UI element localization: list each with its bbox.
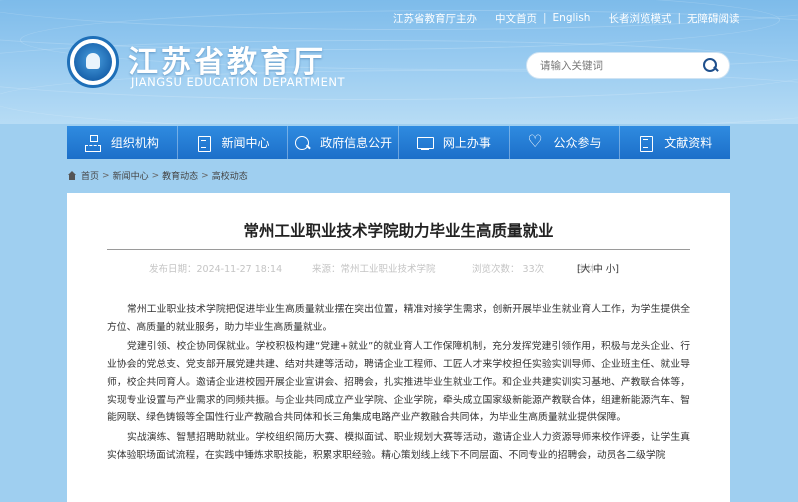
search-box xyxy=(526,52,730,79)
font-size-options[interactable]: [大 中 小] xyxy=(577,261,619,275)
nav-item-public-participation[interactable]: 公众参与 xyxy=(510,126,621,159)
breadcrumb-separator: > xyxy=(151,170,160,181)
article-source: 来源：常州工业职业技术学院 xyxy=(312,264,436,275)
article-panel: 常州工业职业技术学院助力毕业生高质量就业 发布日期：2024-11-27 18:… xyxy=(67,193,730,502)
sponsor-text: 江苏省教育厅主办 xyxy=(393,12,477,25)
breadcrumb-separator: > xyxy=(102,170,110,181)
news-icon xyxy=(196,135,212,152)
home-icon xyxy=(67,171,77,180)
info-search-icon xyxy=(294,135,310,151)
elder-mode-link[interactable]: 长者浏览模式 xyxy=(608,11,671,26)
nav-item-organization[interactable]: 组织机构 xyxy=(67,126,178,159)
view-count: 浏览次数： 33次 xyxy=(472,264,545,275)
nav-item-news[interactable]: 新闻中心 xyxy=(178,126,289,159)
breadcrumb-home[interactable]: 首页 xyxy=(81,169,99,182)
breadcrumb-news-center[interactable]: 新闻中心 xyxy=(113,169,149,182)
link-separator: | xyxy=(677,12,682,24)
logo-emblem-icon[interactable] xyxy=(67,36,119,88)
search-input[interactable] xyxy=(540,59,701,72)
article-paragraph: 党建引领、校企协同保就业。学校积极构建“党建+就业”的就业育人工作保障机制，充分… xyxy=(107,341,690,424)
header-banner: 江苏省教育厅主办 中文首页 | English 长者浏览模式 | 无障碍阅读 江… xyxy=(0,0,798,124)
article-paragraph: 常州工业职业技术学院把促进毕业生高质量就业摆在突出位置，精准对接学生需求，创新开… xyxy=(107,304,690,333)
nav-item-documents[interactable]: 文献资料 xyxy=(620,126,730,159)
home-cn-link[interactable]: 中文首页 xyxy=(495,11,537,26)
monitor-icon xyxy=(416,135,434,151)
nav-item-online-services[interactable]: 网上办事 xyxy=(399,126,510,159)
main-nav: 组织机构 新闻中心 政府信息公开 网上办事 公众参与 文献资料 xyxy=(67,126,730,159)
document-icon xyxy=(638,135,654,152)
english-link[interactable]: English xyxy=(553,12,591,24)
title-divider xyxy=(107,249,690,250)
article-meta: 发布日期：2024-11-27 18:14 来源：常州工业职业技术学院 浏览次数… xyxy=(149,261,709,275)
top-links: 江苏省教育厅主办 中文首页 | English 长者浏览模式 | 无障碍阅读 xyxy=(393,11,740,25)
search-icon[interactable] xyxy=(701,57,719,75)
nav-item-label: 政府信息公开 xyxy=(320,136,393,150)
breadcrumb-university-news[interactable]: 高校动态 xyxy=(212,169,248,182)
nav-item-label: 组织机构 xyxy=(110,136,159,150)
link-separator: | xyxy=(543,12,547,24)
breadcrumb: 首页 > 新闻中心 > 教育动态 > 高校动态 xyxy=(67,169,248,182)
breadcrumb-separator: > xyxy=(201,170,209,181)
nav-item-info-disclosure[interactable]: 政府信息公开 xyxy=(288,126,400,159)
site-subtitle: JIANGSU EDUCATION DEPARTMENT xyxy=(131,75,345,89)
publish-date: 发布日期：2024-11-27 18:14 xyxy=(149,264,283,275)
article-body: 常州工业职业技术学院把促进毕业生高质量就业摆在突出位置，精准对接学生需求，创新开… xyxy=(107,301,690,466)
heart-icon xyxy=(528,132,544,152)
nav-item-label: 公众参与 xyxy=(553,136,602,150)
nav-item-label: 文献资料 xyxy=(664,136,713,150)
nav-item-label: 网上办事 xyxy=(442,136,491,150)
nav-item-label: 新闻中心 xyxy=(221,136,270,150)
org-chart-icon xyxy=(84,134,101,152)
breadcrumb-education-news[interactable]: 教育动态 xyxy=(162,169,198,182)
article-title: 常州工业职业技术学院助力毕业生高质量就业 xyxy=(243,222,554,240)
article-paragraph: 实战演练、智慧招聘助就业。学校组织简历大赛、模拟面试、职业规划大赛等活动，邀请企… xyxy=(107,431,690,461)
accessible-reading-link[interactable]: 无障碍阅读 xyxy=(687,11,740,26)
